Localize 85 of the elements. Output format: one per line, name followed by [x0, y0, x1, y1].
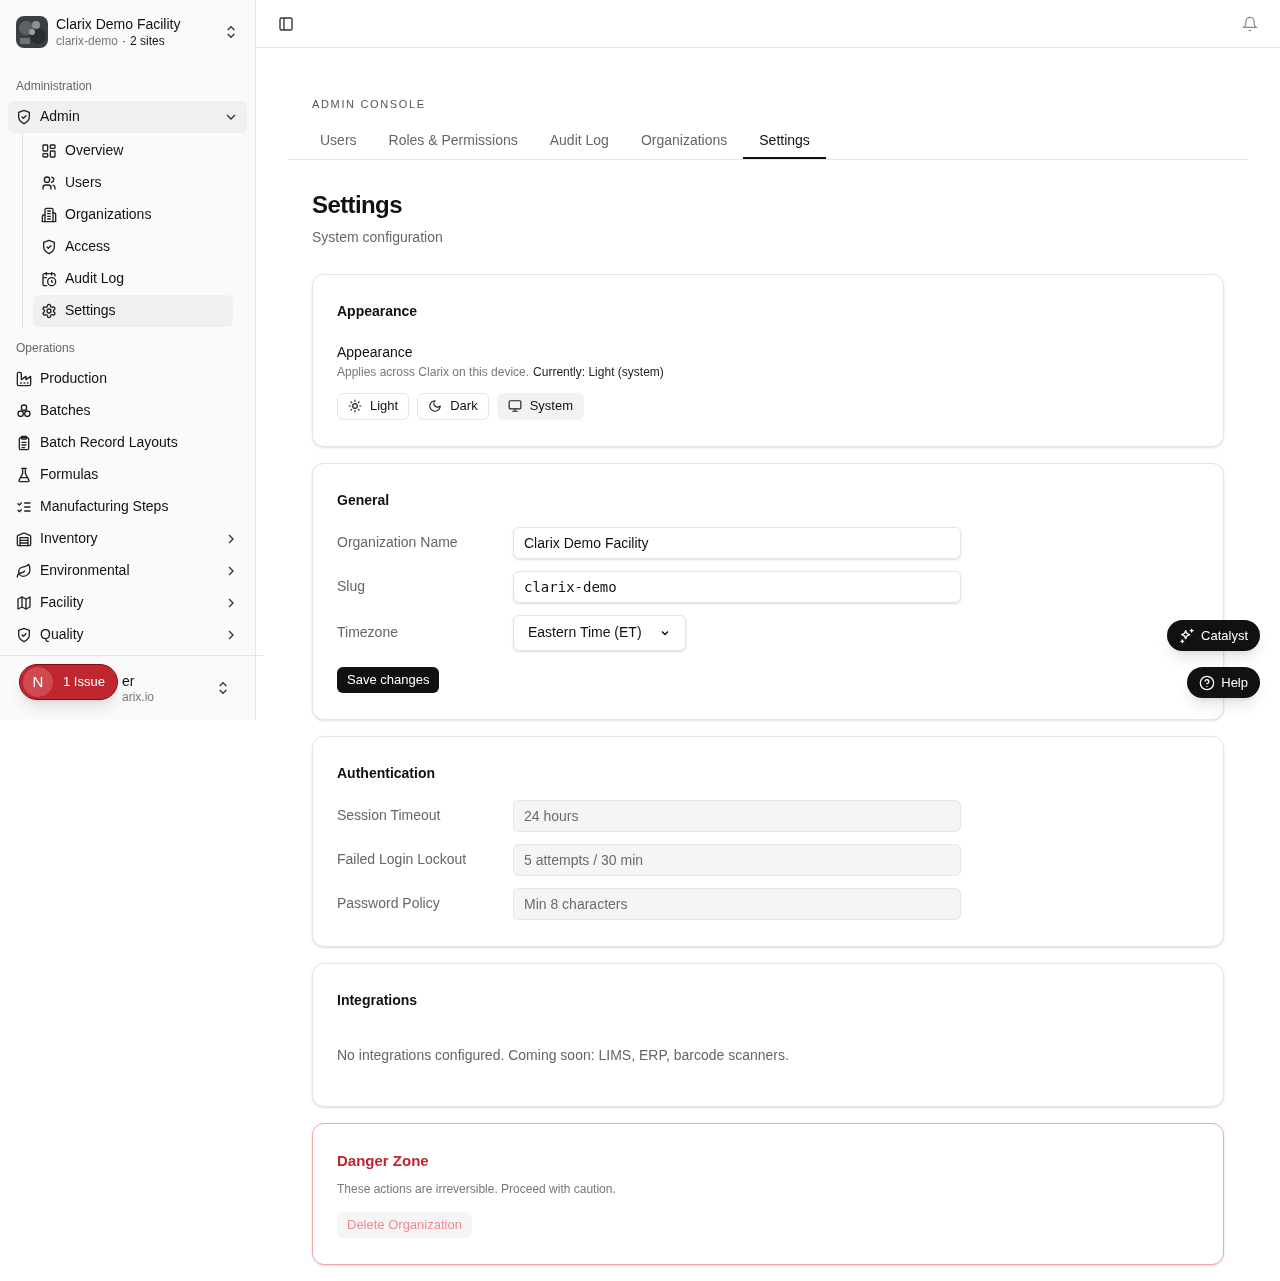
input-field[interactable]: Clarix Demo Facility [513, 526, 961, 559]
sidebar-item[interactable]: Formulas [8, 458, 247, 491]
map-icon [16, 594, 32, 611]
card-title: General [337, 490, 391, 510]
organization-slug: clarix-demo [56, 33, 118, 49]
flask-icon [16, 466, 32, 483]
warehouse-icon [16, 530, 32, 547]
save-button[interactable]: Save changes [337, 666, 440, 693]
users-icon [41, 174, 57, 191]
field-label: Organization Name [337, 533, 459, 552]
tab[interactable]: Roles & Permissions [372, 124, 534, 159]
sidebar-item[interactable]: Production [8, 362, 247, 395]
section-label: Administration [15, 77, 94, 95]
sidebar-subitem[interactable]: Organizations [33, 198, 233, 231]
help-icon [1199, 674, 1216, 691]
issue-badge[interactable]: N 1 Issue [19, 664, 118, 700]
sidebar-item[interactable]: Admin [8, 100, 247, 133]
settings-icon [41, 302, 57, 319]
sidebar-item[interactable]: Batches [8, 394, 247, 427]
setting-hint: Applies across Clarix on this device. [337, 363, 530, 381]
tab[interactable]: Users [304, 124, 373, 159]
sidebar-subitem[interactable]: Overview [33, 134, 233, 167]
user-name: er [122, 672, 135, 691]
grid-icon [41, 142, 57, 159]
tab[interactable]: Audit Log [533, 124, 625, 159]
badge-letter: N [23, 667, 53, 697]
page-subtitle: System configuration [312, 227, 444, 247]
integrations-message: No integrations configured. Coming soon: LIMS, ERP, barcode scanners. [337, 1045, 790, 1065]
card-title: Danger Zone [337, 1150, 430, 1171]
tab[interactable]: Organizations [624, 124, 744, 159]
theme-option[interactable]: Dark [417, 392, 489, 420]
eyebrow-label: ADMIN CONSOLE [311, 97, 427, 112]
theme-option[interactable]: Light [337, 392, 410, 420]
sidebar-item[interactable]: Facility [8, 586, 247, 619]
shield-icon [41, 238, 57, 255]
sidebar-subitem[interactable]: Audit Log [33, 262, 233, 295]
sun-icon [348, 399, 362, 413]
card-title: Integrations [337, 990, 419, 1010]
field-label: Failed Login Lockout [337, 850, 468, 869]
moon-icon [428, 399, 443, 413]
field-label: Session Timeout [337, 806, 442, 825]
factory-icon [16, 370, 32, 387]
timezone-select[interactable]: Eastern Time (ET) [513, 614, 686, 651]
sidebar-subitem[interactable]: Access [33, 230, 233, 263]
separator: · [122, 33, 126, 49]
building-icon [41, 206, 57, 223]
setting-label: Appearance [337, 342, 414, 362]
sidebar-toggle-icon[interactable] [278, 15, 294, 32]
sidebar-subitem[interactable]: Settings [33, 294, 233, 327]
theme-option[interactable]: System [496, 392, 584, 420]
leaf-icon [16, 562, 32, 579]
section-label: Operations [15, 339, 76, 357]
sidebar-item[interactable]: Manufacturing Steps [8, 490, 247, 523]
shield-icon [16, 626, 32, 643]
input-field[interactable]: clarix-demo [513, 570, 961, 603]
circles-icon [16, 402, 32, 419]
sidebar-item[interactable]: Batch Record Layouts [8, 426, 247, 459]
input-field: 24 hours [513, 799, 961, 832]
calendar-clock-icon [41, 270, 57, 287]
user-email: arix.io [122, 690, 154, 706]
current-theme: Currently: Light (system) [533, 363, 664, 381]
help-button[interactable]: Help [1187, 667, 1260, 698]
organization-name: Clarix Demo Facility [56, 16, 182, 34]
card-title: Appearance [337, 301, 419, 321]
field-label: Slug [337, 577, 367, 596]
card-title: Authentication [337, 763, 436, 783]
notification-bell-icon[interactable] [1242, 15, 1258, 32]
field-label: Password Policy [337, 894, 441, 913]
sidebar-subitem[interactable]: Users [33, 166, 233, 199]
input-field: Min 8 characters [513, 887, 961, 920]
tab[interactable]: Settings [743, 124, 826, 159]
assistant-button[interactable]: Catalyst [1167, 620, 1260, 651]
danger-warning: These actions are irreversible. Proceed with caution. [337, 1181, 617, 1198]
site-count: 2 sites [130, 33, 165, 49]
page-title: Settings [312, 189, 403, 220]
sidebar-item[interactable]: Environmental [8, 554, 247, 587]
sidebar-item[interactable]: Quality [8, 618, 247, 651]
field-label: Timezone [337, 623, 399, 642]
shield-icon [16, 108, 32, 125]
sidebar-item[interactable]: Inventory [8, 522, 247, 555]
sparkles-icon [1179, 627, 1196, 644]
monitor-icon [507, 399, 522, 413]
issue-count: 1 Issue [63, 673, 105, 692]
input-field: 5 attempts / 30 min [513, 843, 961, 876]
clipboard-icon [16, 434, 32, 451]
